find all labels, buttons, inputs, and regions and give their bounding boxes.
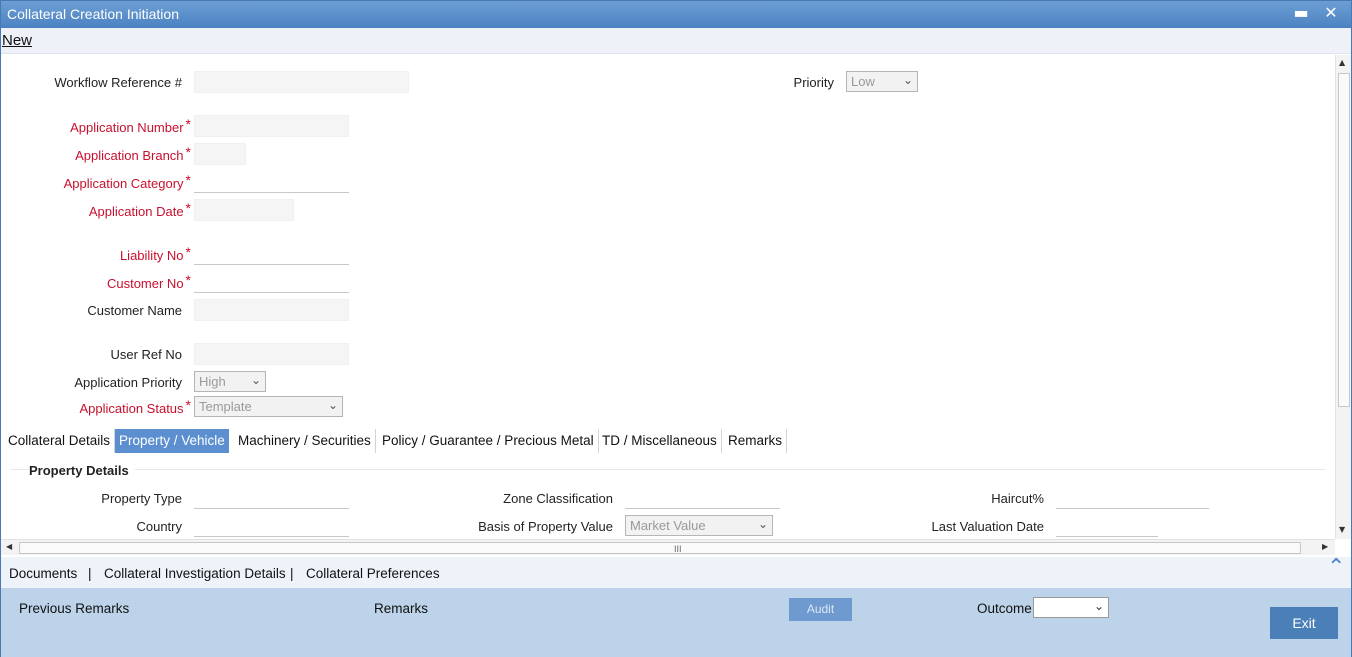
outcome-label: Outcome [977,601,1032,616]
chevron-down-icon: ⌄ [327,398,338,412]
haircut-field[interactable] [1056,487,1209,509]
priority-select[interactable]: Low ⌄ [846,71,918,92]
tab-policy-guarantee[interactable]: Policy / Guarantee / Precious Metal [378,429,599,453]
link-separator: | [88,566,92,581]
country-field[interactable] [194,515,349,537]
zone-classification-label: Zone Classification [503,491,613,506]
zone-classification-field[interactable] [625,487,780,509]
link-separator: | [290,566,294,581]
application-status-value: Template [199,399,252,414]
subsystem-links-bar: Documents | Collateral Investigation Det… [1,555,1351,588]
vertical-scrollbar[interactable]: ▲ ▼ [1335,55,1351,539]
application-category-field[interactable] [194,171,349,193]
liability-no-field[interactable] [194,243,349,265]
tab-machinery-securities[interactable]: Machinery / Securities [234,429,376,453]
footer-bar: Previous Remarks Remarks Audit Outcome ⌄… [1,588,1351,657]
priority-value: Low [851,74,875,89]
customer-no-label: Customer No * [106,272,191,291]
chevron-up-icon[interactable]: ⌃ [1327,555,1345,580]
tab-td-miscellaneous[interactable]: TD / Miscellaneous [598,429,722,453]
tab-remarks[interactable]: Remarks [724,429,788,453]
application-status-label: Application Status * [79,397,191,416]
customer-no-field[interactable] [194,271,349,293]
property-details-title: Property Details [29,463,135,478]
horizontal-scroll-thumb[interactable]: III [19,542,1301,554]
chevron-down-icon: ⌄ [1093,599,1104,613]
audit-button[interactable]: Audit [789,598,852,621]
scroll-right-arrow-icon[interactable]: ▶ [1322,542,1328,551]
user-ref-label: User Ref No [110,347,182,362]
property-type-label: Property Type [101,491,182,506]
priority-label: Priority [793,75,834,90]
basis-of-property-value-label: Basis of Property Value [478,519,613,534]
application-number-field[interactable] [194,115,349,137]
workflow-reference-label: Workflow Reference # [54,75,182,90]
collateral-investigation-link[interactable]: Collateral Investigation Details [104,566,286,581]
minimize-icon[interactable]: ▬ [1291,3,1311,23]
documents-link[interactable]: Documents [9,566,77,581]
application-date-label: Application Date * [88,200,191,219]
application-window: Collateral Creation Initiation ▬ ✕ New W… [0,0,1352,657]
chevron-down-icon: ⌄ [757,517,768,531]
application-priority-label: Application Priority [74,375,182,390]
previous-remarks-link[interactable]: Previous Remarks [19,601,129,616]
tab-property-vehicle[interactable]: Property / Vehicle [115,429,229,453]
remarks-link[interactable]: Remarks [374,601,428,616]
close-icon[interactable]: ✕ [1321,3,1341,23]
scroll-down-arrow-icon[interactable]: ▼ [1339,525,1345,534]
tab-collateral-details[interactable]: Collateral Details [4,429,116,453]
application-priority-select[interactable]: High ⌄ [194,371,266,392]
haircut-label: Haircut% [991,491,1044,506]
title-bar: Collateral Creation Initiation ▬ ✕ [1,1,1351,28]
application-number-label: Application Number * [70,116,191,135]
application-date-field[interactable] [194,199,294,221]
liability-no-label: Liability No * [119,244,191,263]
window-title: Collateral Creation Initiation [7,6,179,22]
user-ref-field[interactable] [194,343,349,365]
property-type-field[interactable] [194,487,349,509]
outcome-select[interactable]: ⌄ [1033,597,1109,618]
chevron-down-icon: ⌄ [902,73,913,87]
application-branch-field[interactable] [194,143,246,165]
horizontal-scrollbar[interactable]: ◀ III ▶ [1,539,1335,555]
vertical-scroll-thumb[interactable] [1338,73,1350,407]
customer-name-label: Customer Name [87,303,182,318]
collateral-preferences-link[interactable]: Collateral Preferences [306,566,440,581]
scroll-grip-icon: III [674,544,682,554]
last-valuation-date-field[interactable] [1056,515,1158,537]
application-status-select[interactable]: Template ⌄ [194,396,343,417]
application-priority-value: High [199,374,226,389]
exit-button[interactable]: Exit [1270,607,1338,639]
workflow-reference-field[interactable] [194,71,409,93]
last-valuation-date-label: Last Valuation Date [931,519,1045,534]
basis-value: Market Value [630,518,706,533]
basis-of-property-value-select[interactable]: Market Value ⌄ [625,515,773,536]
application-category-label: Application Category * [63,172,191,191]
country-label: Country [136,519,182,534]
chevron-down-icon: ⌄ [250,373,261,387]
new-menu-link[interactable]: New [2,32,32,49]
section-divider [11,469,1325,470]
scroll-left-arrow-icon[interactable]: ◀ [6,542,12,551]
menu-bar: New [1,28,1351,54]
application-branch-label: Application Branch * [75,144,191,163]
customer-name-field[interactable] [194,299,349,321]
form-content: Workflow Reference # Priority Low ⌄ Appl… [1,55,1335,539]
scroll-up-arrow-icon[interactable]: ▲ [1339,58,1345,67]
